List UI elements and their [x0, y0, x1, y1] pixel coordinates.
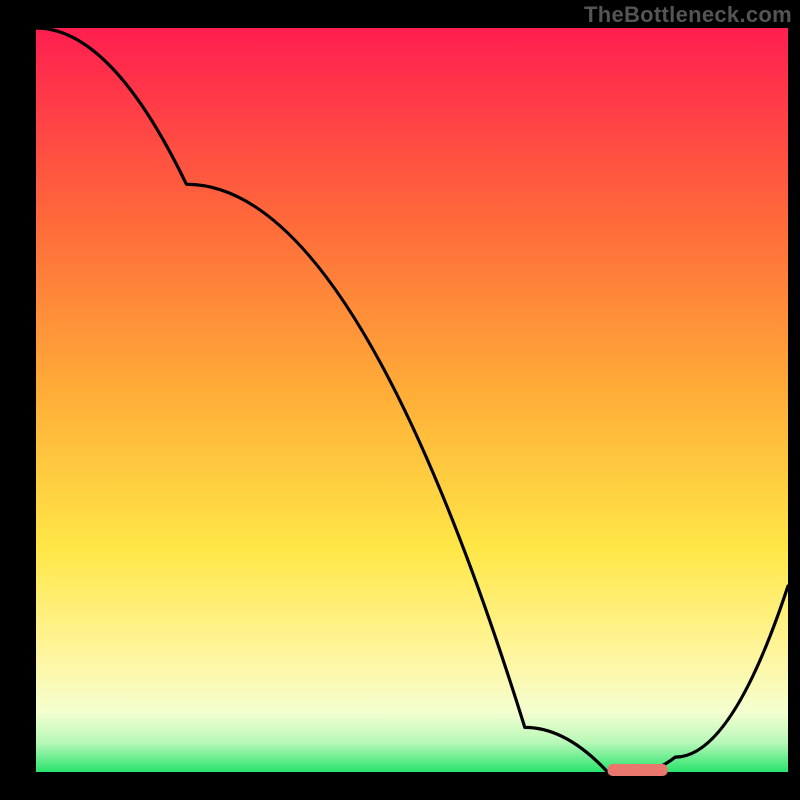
optimal-range-marker: [608, 764, 668, 776]
bottleneck-plot: [0, 0, 800, 800]
chart-frame: TheBottleneck.com: [0, 0, 800, 800]
plot-background: [36, 28, 788, 772]
